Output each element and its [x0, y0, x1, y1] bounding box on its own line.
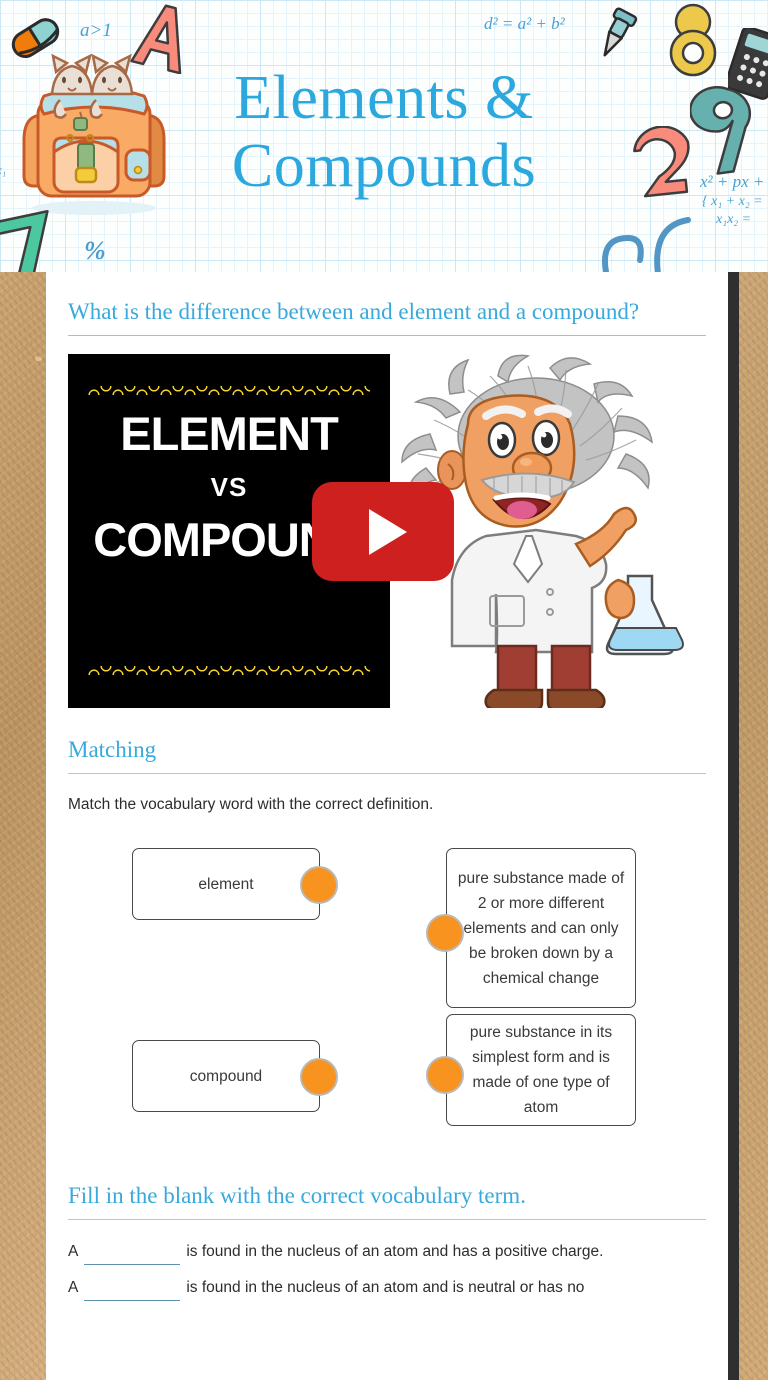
pushpin-icon: [603, 7, 638, 57]
match-term-compound[interactable]: compound: [132, 1040, 320, 1112]
matching-heading-divider: [68, 773, 706, 774]
fill-blank-input-1[interactable]: [84, 1246, 181, 1265]
fill-blank-prefix-2: A: [68, 1279, 79, 1296]
fill-blank-input-2[interactable]: [84, 1282, 181, 1301]
matching-instructions: Match the vocabulary word with the corre…: [68, 796, 434, 813]
page-title-line1: Elements &: [234, 64, 534, 132]
matching-heading: Matching: [68, 737, 157, 762]
match-dot-term-element[interactable]: [300, 866, 338, 904]
video-embed[interactable]: ELEMENT VS COMPOUND: [68, 354, 707, 708]
match-definition-compound[interactable]: pure substance made of 2 or more differe…: [446, 848, 636, 1008]
match-dot-definition-compound[interactable]: [426, 914, 464, 952]
digit-seven-doodle: [0, 209, 49, 272]
match-dot-term-compound[interactable]: [300, 1058, 338, 1096]
fill-blank-item-1: Ais found in the nucleus of an atom and …: [68, 1238, 706, 1265]
fill-blank-prefix-1: A: [68, 1243, 79, 1260]
page-header-banner: a>1 % d² = a² + b² x² + px + {x₁ + x₂ =…: [0, 0, 768, 272]
play-video-button[interactable]: [312, 482, 454, 581]
question-heading: What is the difference between and eleme…: [68, 299, 640, 324]
page-title-line2: Compounds: [231, 132, 537, 200]
thumbnail-text-element: ELEMENT: [120, 407, 339, 460]
matching-area: element pure substance made of 2 or more…: [68, 822, 706, 1152]
fill-blank-heading-divider: [68, 1219, 706, 1220]
thumbnail-squiggle-bottom: [88, 666, 370, 675]
question-heading-divider: [68, 335, 706, 336]
pythagoras-doodle: d² = a² + b²: [484, 14, 565, 33]
squiggle-doodle: [602, 217, 691, 272]
fill-blank-heading: Fill in the blank with the correct vocab…: [68, 1183, 526, 1208]
match-definition-element[interactable]: pure substance in its simplest form and …: [446, 1014, 636, 1126]
page-title: Elements & Compounds: [0, 64, 768, 200]
fill-blank-item-2: Ais found in the nucleus of an atom and …: [68, 1274, 706, 1301]
page-scrollbar[interactable]: [728, 272, 739, 1380]
thumbnail-squiggle-top: [88, 386, 370, 395]
match-dot-definition-element[interactable]: [426, 1056, 464, 1094]
fill-blank-suffix-2: is found in the nucleus of an atom and i…: [186, 1279, 585, 1296]
vieta-line2-doodle: x₁x₂ =: [716, 212, 752, 227]
play-triangle-icon: [368, 508, 407, 555]
worksheet-sheet: What is the difference between and eleme…: [46, 272, 728, 1380]
fill-blank-suffix-1: is found in the nucleus of an atom and h…: [186, 1243, 604, 1260]
percent-doodle: %: [84, 236, 106, 265]
match-term-element[interactable]: element: [132, 848, 320, 920]
